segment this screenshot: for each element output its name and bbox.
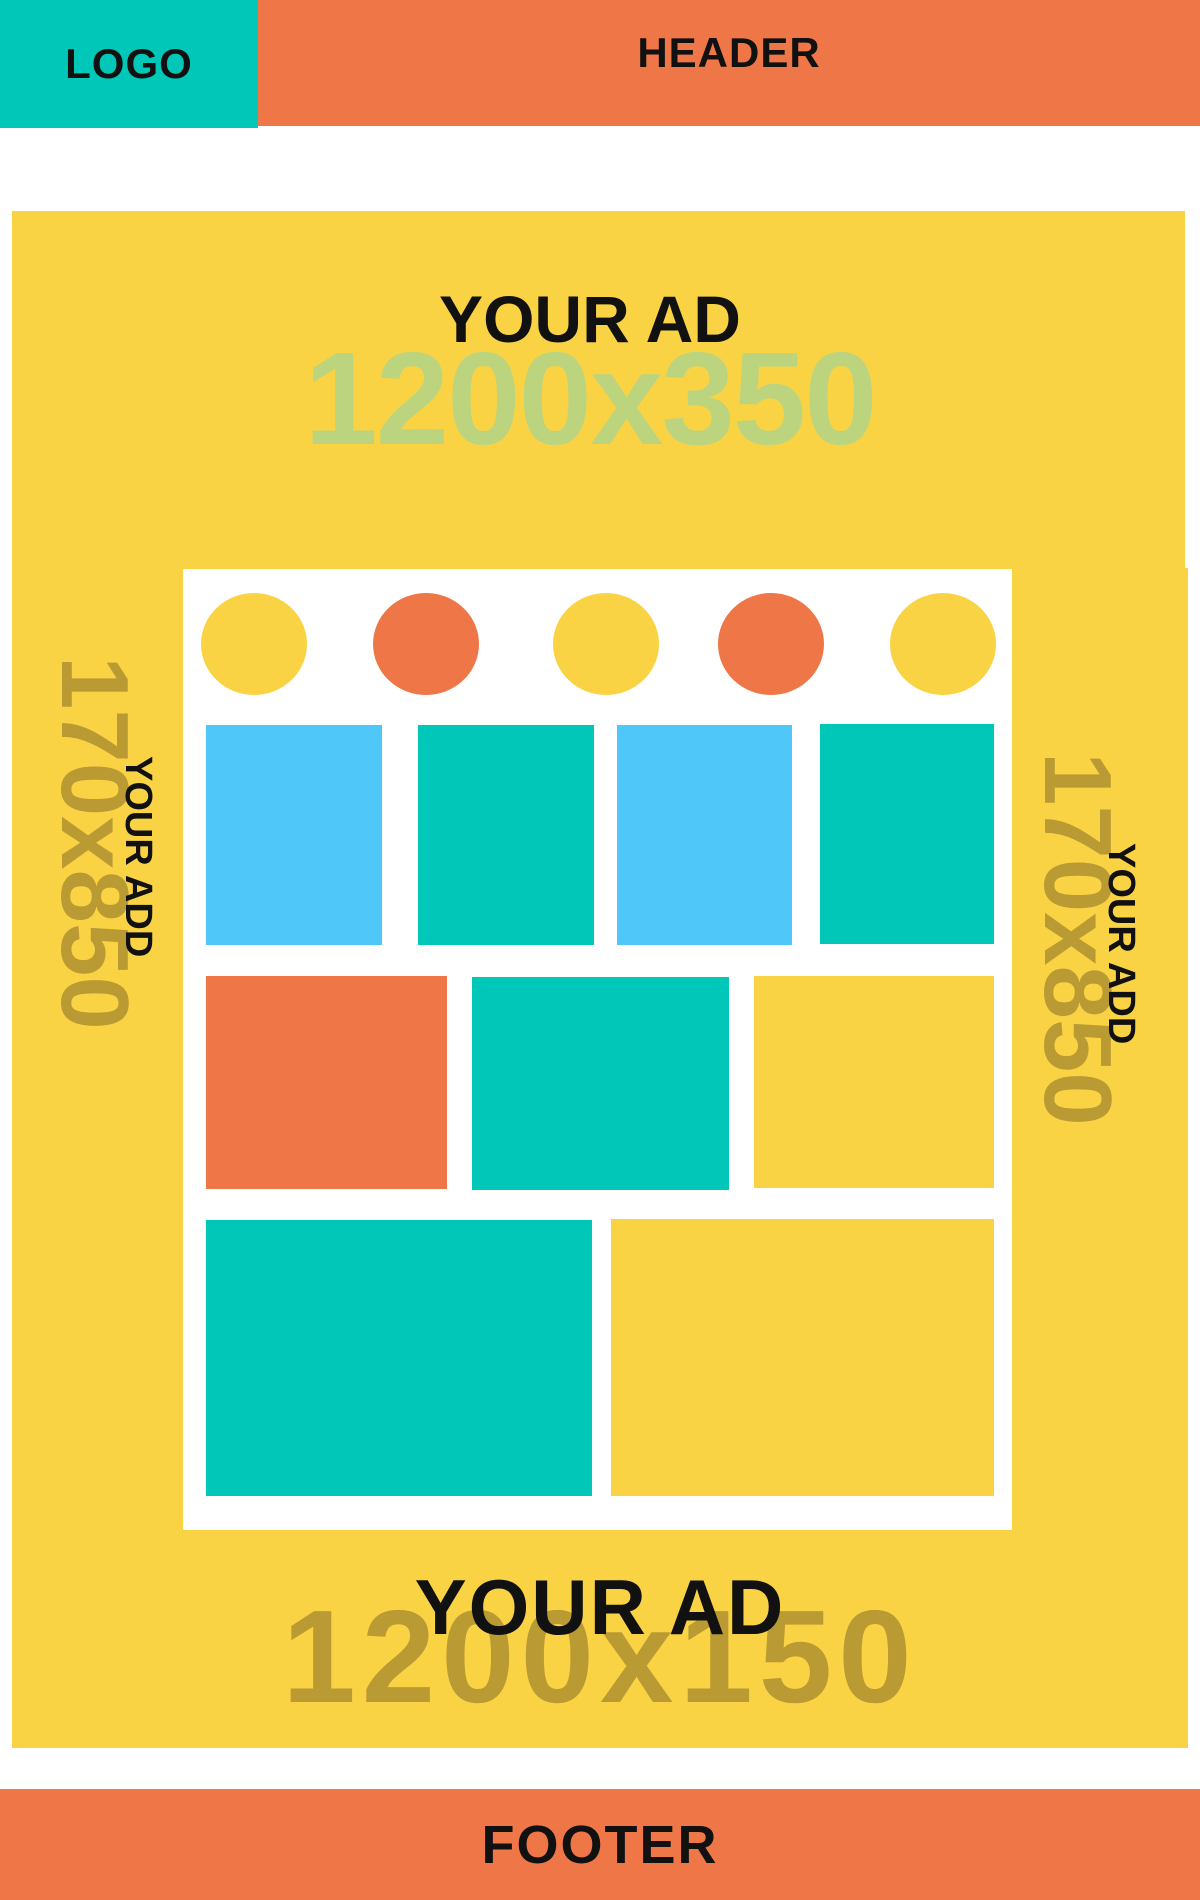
content-circle bbox=[890, 593, 996, 695]
logo-text: LOGO bbox=[65, 40, 193, 87]
right-ad-label: YOUR ADD bbox=[1100, 843, 1142, 1045]
content-tile[interactable] bbox=[206, 976, 447, 1189]
content-tile[interactable] bbox=[472, 977, 729, 1190]
content-circle bbox=[201, 593, 307, 695]
bottom-ad-label: YOUR AD bbox=[414, 1563, 786, 1651]
content-tile[interactable] bbox=[754, 976, 994, 1188]
left-ad-label: YOUR ADD bbox=[117, 756, 159, 958]
header-text: HEADER bbox=[637, 29, 821, 76]
content-tile[interactable] bbox=[820, 724, 994, 944]
footer-bar: FOOTER bbox=[0, 1789, 1200, 1900]
footer-text: FOOTER bbox=[481, 1814, 719, 1875]
content-circle bbox=[373, 593, 479, 695]
content-circle bbox=[553, 593, 659, 695]
content-tile[interactable] bbox=[418, 725, 594, 945]
top-ad-label: YOUR AD bbox=[439, 282, 741, 356]
content-tile[interactable] bbox=[617, 725, 792, 945]
content-tile[interactable] bbox=[206, 1220, 592, 1496]
content-tile[interactable] bbox=[611, 1219, 994, 1496]
content-tile[interactable] bbox=[206, 725, 382, 945]
content-circle bbox=[718, 593, 824, 695]
